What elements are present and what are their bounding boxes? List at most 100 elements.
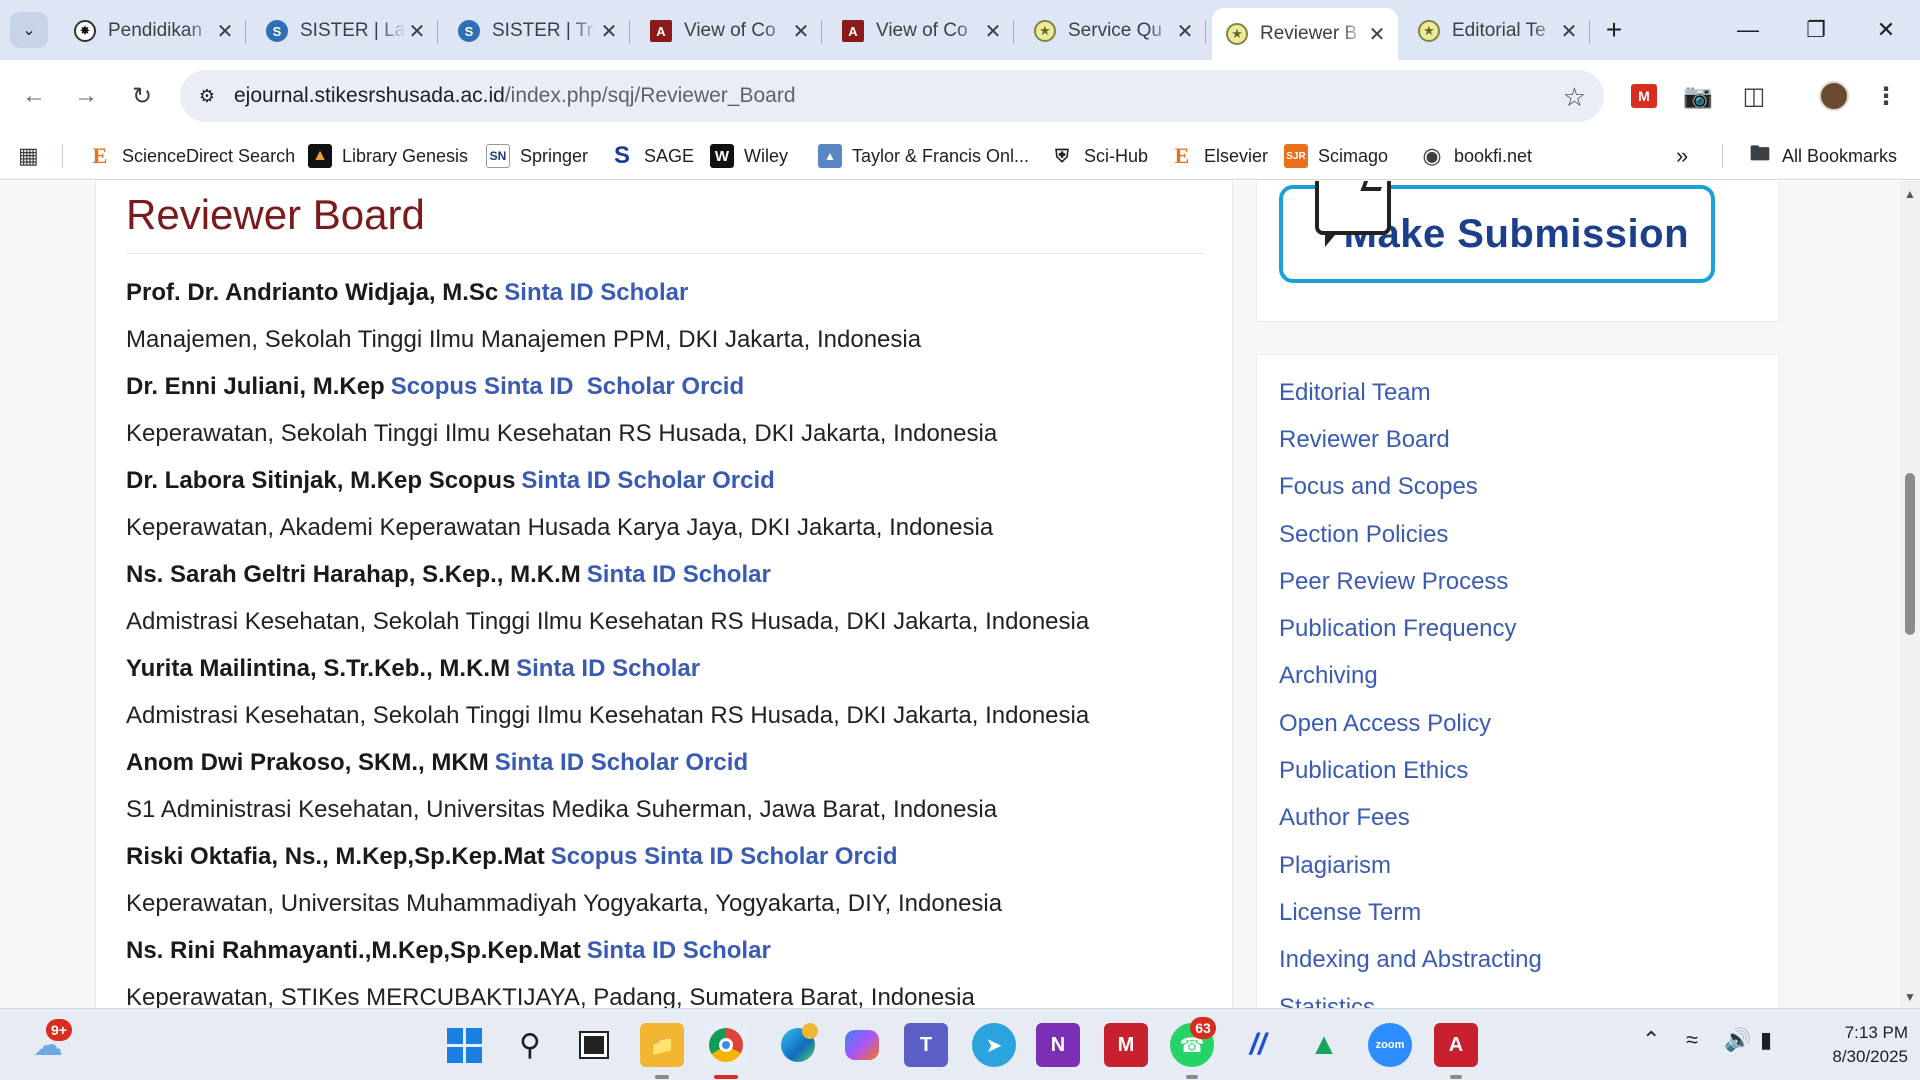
- site-info-icon[interactable]: ⚙: [194, 83, 220, 109]
- system-clock[interactable]: 7:13 PM 8/30/2025: [1804, 1021, 1908, 1069]
- sidebar-link-archiving[interactable]: Archiving: [1279, 653, 1542, 700]
- show-hidden-icons-button[interactable]: ⌃: [1642, 1027, 1660, 1053]
- tab-4[interactable]: A View of Co ✕: [636, 8, 822, 54]
- bookmark-star-icon[interactable]: ☆: [1563, 82, 1586, 113]
- slashes-app-button[interactable]: //: [1236, 1023, 1280, 1067]
- reviewer-links[interactable]: Scopus Sinta ID Scholar Orcid: [391, 373, 744, 401]
- scroll-up-icon[interactable]: ▲: [1904, 187, 1916, 201]
- bookmark-libgen[interactable]: ▲ Library Genesis: [308, 140, 468, 172]
- copilot-button[interactable]: [840, 1023, 884, 1067]
- bookmark-taylor-francis[interactable]: ▲ Taylor & Francis Onl...: [818, 140, 1029, 172]
- tab-1[interactable]: ✸ Pendidikan ✕: [60, 8, 246, 54]
- tab-3[interactable]: S SISTER | Tr ✕: [444, 8, 630, 54]
- volume-icon[interactable]: 🔊: [1724, 1027, 1751, 1053]
- all-bookmarks-button[interactable]: 🖿 All Bookmarks: [1748, 140, 1897, 172]
- reviewer-links[interactable]: Scopus Sinta ID Scholar Orcid: [551, 843, 898, 871]
- extensions-button[interactable]: ◫: [1736, 78, 1772, 114]
- apps-button[interactable]: ▦: [18, 140, 39, 172]
- forward-button[interactable]: →: [68, 78, 104, 114]
- reviewer-links[interactable]: Sinta ID Scholar: [587, 937, 771, 965]
- wifi-icon[interactable]: ≈: [1686, 1027, 1698, 1053]
- tab-close-icon[interactable]: ✕: [598, 19, 620, 44]
- close-window-button[interactable]: ✕: [1858, 8, 1914, 52]
- chrome-button[interactable]: [704, 1023, 748, 1067]
- bookmark-scimago[interactable]: SJR Scimago: [1284, 140, 1388, 172]
- screenshot-extension-button[interactable]: 📷: [1680, 78, 1716, 114]
- sidebar-link-editorial-team[interactable]: Editorial Team: [1279, 369, 1542, 416]
- tab-6[interactable]: ★ Service Qu ✕: [1020, 8, 1206, 54]
- battery-icon[interactable]: ▮: [1760, 1027, 1772, 1053]
- tab-7-active[interactable]: ★ Reviewer B ✕: [1212, 8, 1398, 60]
- tab-strip: ⌄ ✸ Pendidikan ✕ S SISTER | La ✕ S SISTE…: [0, 0, 1920, 60]
- chrome-icon: [709, 1028, 743, 1062]
- scroll-down-icon[interactable]: ▼: [1904, 990, 1916, 1004]
- sidebar-link-open-access[interactable]: Open Access Policy: [1279, 700, 1542, 747]
- tab-close-icon[interactable]: ✕: [1366, 22, 1388, 47]
- bookmark-elsevier[interactable]: E Elsevier: [1170, 140, 1268, 172]
- bookmark-scihub[interactable]: ⛨ Sci-Hub: [1050, 140, 1148, 172]
- reload-button[interactable]: ↻: [124, 78, 160, 114]
- menu-button[interactable]: ⋮: [1868, 78, 1904, 114]
- onenote-button[interactable]: N: [1036, 1023, 1080, 1067]
- camera-icon: 📷: [1683, 82, 1713, 110]
- make-submission-button[interactable]: Make Submission: [1279, 181, 1715, 283]
- tab-5[interactable]: A View of Co ✕: [828, 8, 1014, 54]
- tab-8[interactable]: ★ Editorial Te ✕: [1404, 8, 1590, 54]
- minimize-button[interactable]: —: [1720, 8, 1776, 52]
- task-view-button[interactable]: [572, 1023, 616, 1067]
- running-indicator: [655, 1075, 669, 1079]
- file-explorer-button[interactable]: 📁: [640, 1023, 684, 1067]
- acrobat-button[interactable]: A: [1434, 1023, 1478, 1067]
- reviewer-affiliation: Keperawatan, Universitas Muhammadiyah Yo…: [126, 889, 1003, 917]
- tab-search-button[interactable]: ⌄: [10, 12, 48, 48]
- teams-button[interactable]: T: [904, 1023, 948, 1067]
- start-button[interactable]: [442, 1023, 486, 1067]
- sidebar-link-statistics[interactable]: Statistics: [1279, 984, 1542, 1009]
- tab-close-icon[interactable]: ✕: [1174, 19, 1196, 44]
- teams-icon: T: [919, 1033, 933, 1056]
- reviewer-links[interactable]: Sinta ID Scholar Orcid: [495, 749, 748, 777]
- back-button[interactable]: ←: [16, 78, 52, 114]
- green-app-button[interactable]: ▲: [1302, 1023, 1346, 1067]
- address-bar[interactable]: ⚙ ejournal.stikesrshusada.ac.id/index.ph…: [180, 70, 1604, 122]
- tab-close-icon[interactable]: ✕: [982, 19, 1004, 44]
- sidebar-link-indexing[interactable]: Indexing and Abstracting: [1279, 937, 1542, 984]
- sidebar-link-publication-frequency[interactable]: Publication Frequency: [1279, 605, 1542, 652]
- tab-close-icon[interactable]: ✕: [1558, 19, 1580, 44]
- sidebar-link-license-term[interactable]: License Term: [1279, 889, 1542, 936]
- reviewer-links[interactable]: Sinta ID Scholar: [504, 279, 688, 307]
- search-button[interactable]: ⚲: [508, 1023, 552, 1067]
- sidebar-link-focus-scopes[interactable]: Focus and Scopes: [1279, 464, 1542, 511]
- reviewer-links[interactable]: Sinta ID Scholar Orcid: [521, 467, 774, 495]
- tab-2[interactable]: S SISTER | La ✕: [252, 8, 438, 54]
- scrollbar-thumb[interactable]: [1905, 473, 1915, 635]
- mendeley-extension-button[interactable]: M: [1626, 78, 1662, 114]
- bookmarks-overflow-button[interactable]: »: [1676, 140, 1688, 172]
- bookmark-bookfi[interactable]: ◉ bookfi.net: [1420, 140, 1532, 172]
- bookmark-sciencedirect[interactable]: E ScienceDirect Search: [88, 140, 295, 172]
- sidebar-link-peer-review[interactable]: Peer Review Process: [1279, 558, 1542, 605]
- bookmark-wiley[interactable]: W Wiley: [710, 140, 788, 172]
- telegram-button[interactable]: ➤: [972, 1023, 1016, 1067]
- tab-close-icon[interactable]: ✕: [790, 19, 812, 44]
- reviewer-links[interactable]: Sinta ID Scholar: [516, 655, 700, 683]
- sidebar-link-author-fees[interactable]: Author Fees: [1279, 795, 1542, 842]
- new-tab-button[interactable]: +: [1596, 12, 1632, 48]
- restore-button[interactable]: ❐: [1788, 8, 1844, 52]
- plus-icon: +: [1605, 14, 1623, 45]
- tab-close-icon[interactable]: ✕: [214, 19, 236, 44]
- folder-icon: 📁: [649, 1034, 675, 1057]
- profile-avatar[interactable]: [1816, 78, 1852, 114]
- zoom-button[interactable]: zoom: [1368, 1023, 1412, 1067]
- url-text[interactable]: ejournal.stikesrshusada.ac.id/index.php/…: [234, 84, 796, 108]
- mendeley-button[interactable]: M: [1104, 1023, 1148, 1067]
- sidebar-link-publication-ethics[interactable]: Publication Ethics: [1279, 747, 1542, 794]
- page-scrollbar[interactable]: ▲ ▼: [1900, 181, 1920, 1008]
- sidebar-link-reviewer-board[interactable]: Reviewer Board: [1279, 416, 1542, 463]
- tab-close-icon[interactable]: ✕: [406, 19, 428, 44]
- bookmark-sage[interactable]: S SAGE: [610, 140, 694, 172]
- sidebar-link-section-policies[interactable]: Section Policies: [1279, 511, 1542, 558]
- bookmark-springer[interactable]: SN Springer: [486, 140, 588, 172]
- reviewer-links[interactable]: Sinta ID Scholar: [587, 561, 771, 589]
- sidebar-link-plagiarism[interactable]: Plagiarism: [1279, 842, 1542, 889]
